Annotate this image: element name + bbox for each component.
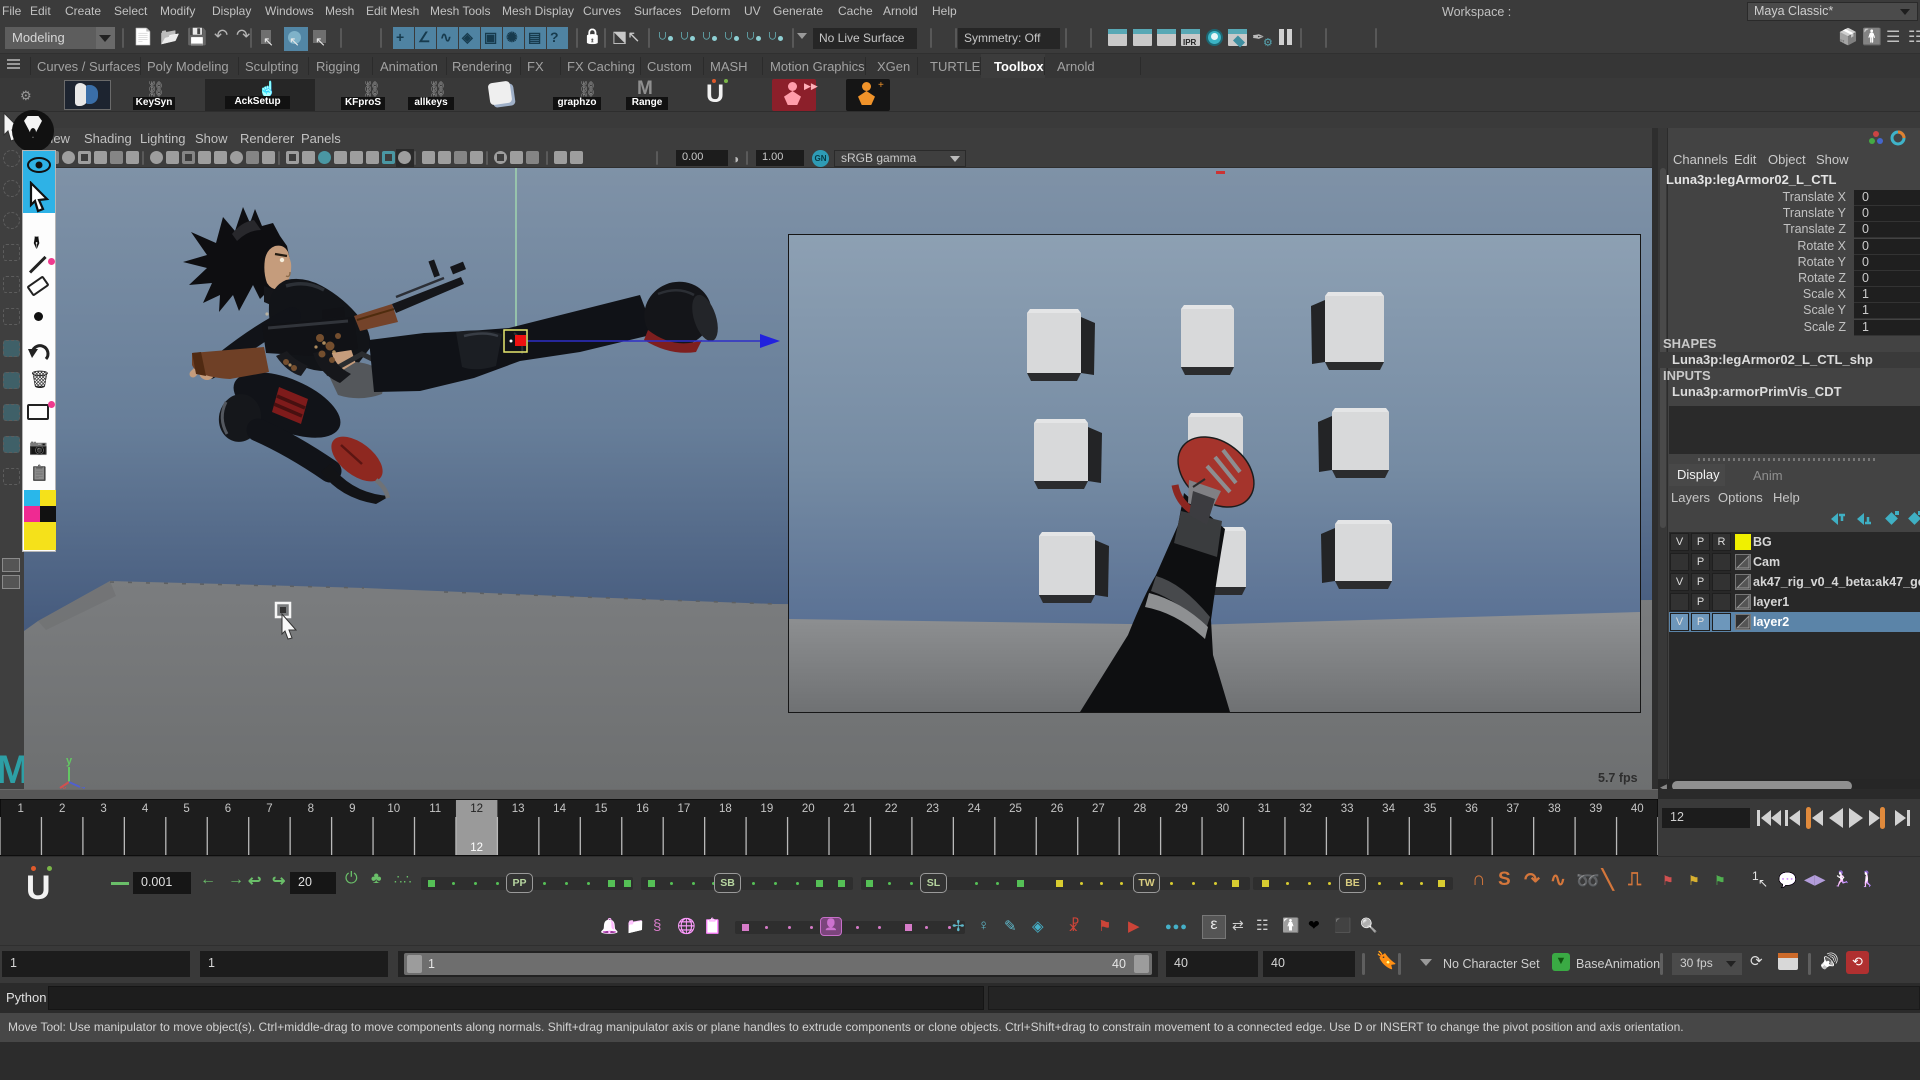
svg-text:30: 30 xyxy=(1216,803,1229,815)
svg-text:15: 15 xyxy=(595,803,608,815)
svg-text:4: 4 xyxy=(142,803,149,815)
svg-text:27: 27 xyxy=(1092,803,1105,815)
svg-text:32: 32 xyxy=(1299,803,1312,815)
svg-text:29: 29 xyxy=(1175,803,1188,815)
svg-text:25: 25 xyxy=(1009,803,1022,815)
svg-text:10: 10 xyxy=(387,803,400,815)
svg-text:3: 3 xyxy=(100,803,106,815)
svg-text:20: 20 xyxy=(802,803,815,815)
svg-text:7: 7 xyxy=(266,803,272,815)
svg-text:14: 14 xyxy=(553,803,566,815)
svg-text:23: 23 xyxy=(926,803,939,815)
svg-text:40: 40 xyxy=(1631,803,1644,815)
svg-text:6: 6 xyxy=(225,803,231,815)
svg-text:2: 2 xyxy=(59,803,65,815)
svg-text:y: y xyxy=(66,755,73,767)
svg-text:26: 26 xyxy=(1051,803,1064,815)
svg-text:31: 31 xyxy=(1258,803,1271,815)
svg-text:12: 12 xyxy=(470,842,483,854)
svg-text:37: 37 xyxy=(1507,803,1520,815)
svg-text:17: 17 xyxy=(678,803,691,815)
svg-text:34: 34 xyxy=(1382,803,1395,815)
svg-text:5.7 fps: 5.7 fps xyxy=(1598,771,1638,785)
svg-text:13: 13 xyxy=(512,803,525,815)
svg-text:9: 9 xyxy=(349,803,355,815)
svg-text:33: 33 xyxy=(1341,803,1354,815)
svg-text:12: 12 xyxy=(470,803,483,815)
svg-text:28: 28 xyxy=(1133,803,1146,815)
svg-text:24: 24 xyxy=(968,803,981,815)
svg-text:22: 22 xyxy=(885,803,898,815)
svg-text:16: 16 xyxy=(636,803,649,815)
svg-text:39: 39 xyxy=(1589,803,1602,815)
svg-text:21: 21 xyxy=(843,803,856,815)
svg-text:1: 1 xyxy=(18,803,24,815)
svg-text:18: 18 xyxy=(719,803,732,815)
svg-text:35: 35 xyxy=(1424,803,1437,815)
svg-text:19: 19 xyxy=(760,803,773,815)
svg-text:5: 5 xyxy=(183,803,189,815)
svg-text:38: 38 xyxy=(1548,803,1561,815)
svg-text:11: 11 xyxy=(429,803,441,815)
svg-text:8: 8 xyxy=(308,803,314,815)
svg-text:36: 36 xyxy=(1465,803,1478,815)
